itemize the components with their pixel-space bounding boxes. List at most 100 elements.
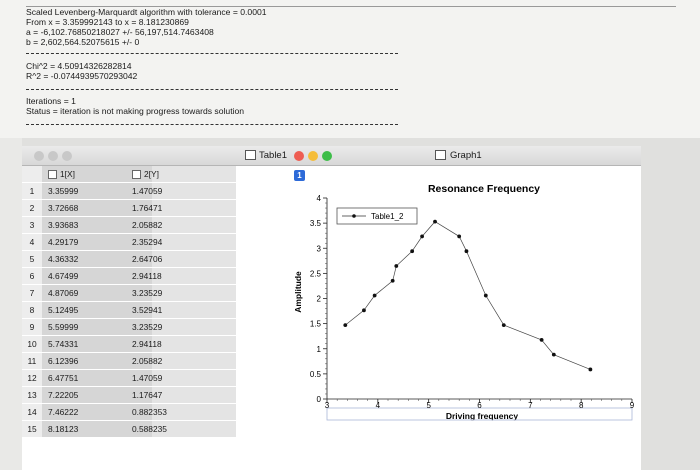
resonance-chart[interactable]: Resonance Frequency Amplitude Driving fr… bbox=[287, 166, 641, 470]
cell-y[interactable]: 3.23529 bbox=[132, 285, 162, 302]
cell-x[interactable]: 7.46222 bbox=[48, 404, 78, 421]
graph-icon bbox=[435, 150, 446, 160]
table-row[interactable]: 7 4.87069 3.23529 bbox=[22, 285, 236, 302]
data-point bbox=[343, 323, 348, 328]
cell-x[interactable]: 3.35999 bbox=[48, 183, 78, 200]
table-row[interactable]: 11 6.12396 2.05882 bbox=[22, 353, 236, 370]
graph-window-title: Graph1 bbox=[450, 150, 482, 161]
table-row[interactable]: 2 3.72668 1.76471 bbox=[22, 200, 236, 217]
cell-y[interactable]: 2.05882 bbox=[132, 353, 162, 370]
data-table[interactable]: 1[X] 2[Y] 1 3.35999 1.47059 2 3.72668 1.76471… bbox=[22, 166, 287, 470]
y-tick-label: 0.5 bbox=[310, 370, 322, 379]
cell-x[interactable]: 4.29179 bbox=[48, 234, 78, 251]
log-divider bbox=[26, 124, 398, 125]
cell-x[interactable]: 8.18123 bbox=[48, 421, 78, 438]
table-row[interactable]: 5 4.36332 2.64706 bbox=[22, 251, 236, 268]
data-point bbox=[420, 234, 424, 239]
cell-x[interactable]: 5.59999 bbox=[48, 319, 78, 336]
row-number: 7 bbox=[29, 288, 35, 298]
table-row[interactable]: 6 4.67499 2.94118 bbox=[22, 268, 236, 285]
cell-y[interactable]: 2.94118 bbox=[132, 336, 162, 353]
fit-results-log: Scaled Levenberg-Marquardt algorithm wit… bbox=[0, 0, 700, 138]
legend-label-series: Table1_2 bbox=[371, 212, 404, 221]
table-row[interactable]: 15 8.18123 0.588235 bbox=[22, 421, 236, 438]
y-tick-label: 0 bbox=[317, 395, 322, 404]
cell-x[interactable]: 6.47751 bbox=[48, 370, 78, 387]
chart-legend[interactable]: Table1_2 bbox=[336, 207, 418, 225]
cell-x[interactable]: 5.74331 bbox=[48, 336, 78, 353]
y-axis-label: Amplitude bbox=[293, 271, 303, 313]
data-point bbox=[372, 293, 377, 298]
row-number: 10 bbox=[27, 339, 37, 349]
cell-y[interactable]: 2.35294 bbox=[132, 234, 162, 251]
log-divider bbox=[26, 89, 398, 90]
x-tick-label: 8 bbox=[579, 401, 584, 410]
cell-y[interactable]: 1.47059 bbox=[132, 183, 162, 200]
cell-y[interactable]: 3.52941 bbox=[132, 302, 162, 319]
data-point bbox=[483, 293, 488, 298]
row-number: 4 bbox=[29, 237, 35, 247]
data-point bbox=[464, 249, 469, 254]
y-tick-label: 2.5 bbox=[310, 269, 322, 278]
data-point bbox=[551, 352, 556, 357]
cell-x[interactable]: 4.67499 bbox=[48, 268, 78, 285]
cell-x[interactable]: 5.12495 bbox=[48, 302, 78, 319]
data-point bbox=[588, 367, 593, 372]
table-row[interactable]: 14 7.46222 0.882353 bbox=[22, 404, 236, 421]
table-header-row: 1[X] 2[Y] bbox=[22, 166, 236, 183]
cell-y[interactable]: 3.23529 bbox=[132, 319, 162, 336]
minimize-window-button[interactable] bbox=[48, 151, 58, 161]
table-row[interactable]: 12 6.47751 1.47059 bbox=[22, 370, 236, 387]
cell-x[interactable]: 7.22205 bbox=[48, 387, 78, 404]
cell-x[interactable]: 6.12396 bbox=[48, 353, 78, 370]
zoom-window-button[interactable] bbox=[322, 151, 332, 161]
y-tick-label: 4 bbox=[317, 194, 322, 203]
table-window-title: Table1 bbox=[259, 150, 287, 161]
close-window-button[interactable] bbox=[34, 151, 44, 161]
cell-y[interactable]: 1.17647 bbox=[132, 387, 162, 404]
y-tick-label: 3 bbox=[317, 244, 322, 253]
row-number: 5 bbox=[29, 254, 35, 264]
data-point bbox=[410, 249, 415, 254]
graph-window[interactable]: 1 Resonance Frequency Amplitude Driving … bbox=[287, 166, 641, 470]
data-point bbox=[362, 308, 366, 313]
column-header-y[interactable]: 2[Y] bbox=[132, 166, 159, 183]
table-row[interactable]: 10 5.74331 2.94118 bbox=[22, 336, 236, 353]
cell-y[interactable]: 2.94118 bbox=[132, 268, 162, 285]
minimize-window-button[interactable] bbox=[308, 151, 318, 161]
row-number: 2 bbox=[29, 203, 35, 213]
row-number: 8 bbox=[29, 305, 35, 315]
cell-y[interactable]: 0.588235 bbox=[132, 421, 167, 438]
cell-y[interactable]: 0.882353 bbox=[132, 404, 167, 421]
cell-x[interactable]: 4.36332 bbox=[48, 251, 78, 268]
data-point bbox=[501, 323, 506, 328]
graph-window-titlebar[interactable]: Table1 Graph1 bbox=[245, 146, 641, 166]
log-line-r2: R^2 = -0.0744939570293042 bbox=[26, 71, 138, 81]
cell-x[interactable]: 4.87069 bbox=[48, 285, 78, 302]
zoom-window-button[interactable] bbox=[62, 151, 72, 161]
log-line-status: Status = iteration is not making progres… bbox=[26, 106, 245, 116]
row-number: 9 bbox=[29, 322, 35, 332]
table-row[interactable]: 3 3.93683 2.05882 bbox=[22, 217, 236, 234]
table-row[interactable]: 9 5.59999 3.23529 bbox=[22, 319, 236, 336]
cell-x[interactable]: 3.72668 bbox=[48, 200, 78, 217]
cell-y[interactable]: 1.76471 bbox=[132, 200, 162, 217]
y-tick-label: 1 bbox=[317, 345, 322, 354]
data-point bbox=[457, 234, 462, 239]
cell-y[interactable]: 2.05882 bbox=[132, 217, 162, 234]
cell-y[interactable]: 2.64706 bbox=[132, 251, 162, 268]
table-row[interactable]: 13 7.22205 1.17647 bbox=[22, 387, 236, 404]
row-number: 11 bbox=[27, 356, 37, 366]
close-window-button[interactable] bbox=[294, 151, 304, 161]
cell-y[interactable]: 1.47059 bbox=[132, 370, 162, 387]
table-row[interactable]: 1 3.35999 1.47059 bbox=[22, 183, 236, 200]
chart-title: Resonance Frequency bbox=[428, 183, 540, 195]
data-point bbox=[390, 278, 395, 283]
cell-x[interactable]: 3.93683 bbox=[48, 217, 78, 234]
x-tick-label: 4 bbox=[376, 401, 381, 410]
table-row[interactable]: 8 5.12495 3.52941 bbox=[22, 302, 236, 319]
table-row[interactable]: 4 4.29179 2.35294 bbox=[22, 234, 236, 251]
column-header-x[interactable]: 1[X] bbox=[48, 166, 75, 183]
x-tick-label: 5 bbox=[426, 401, 431, 410]
empty-column-area bbox=[236, 166, 287, 470]
